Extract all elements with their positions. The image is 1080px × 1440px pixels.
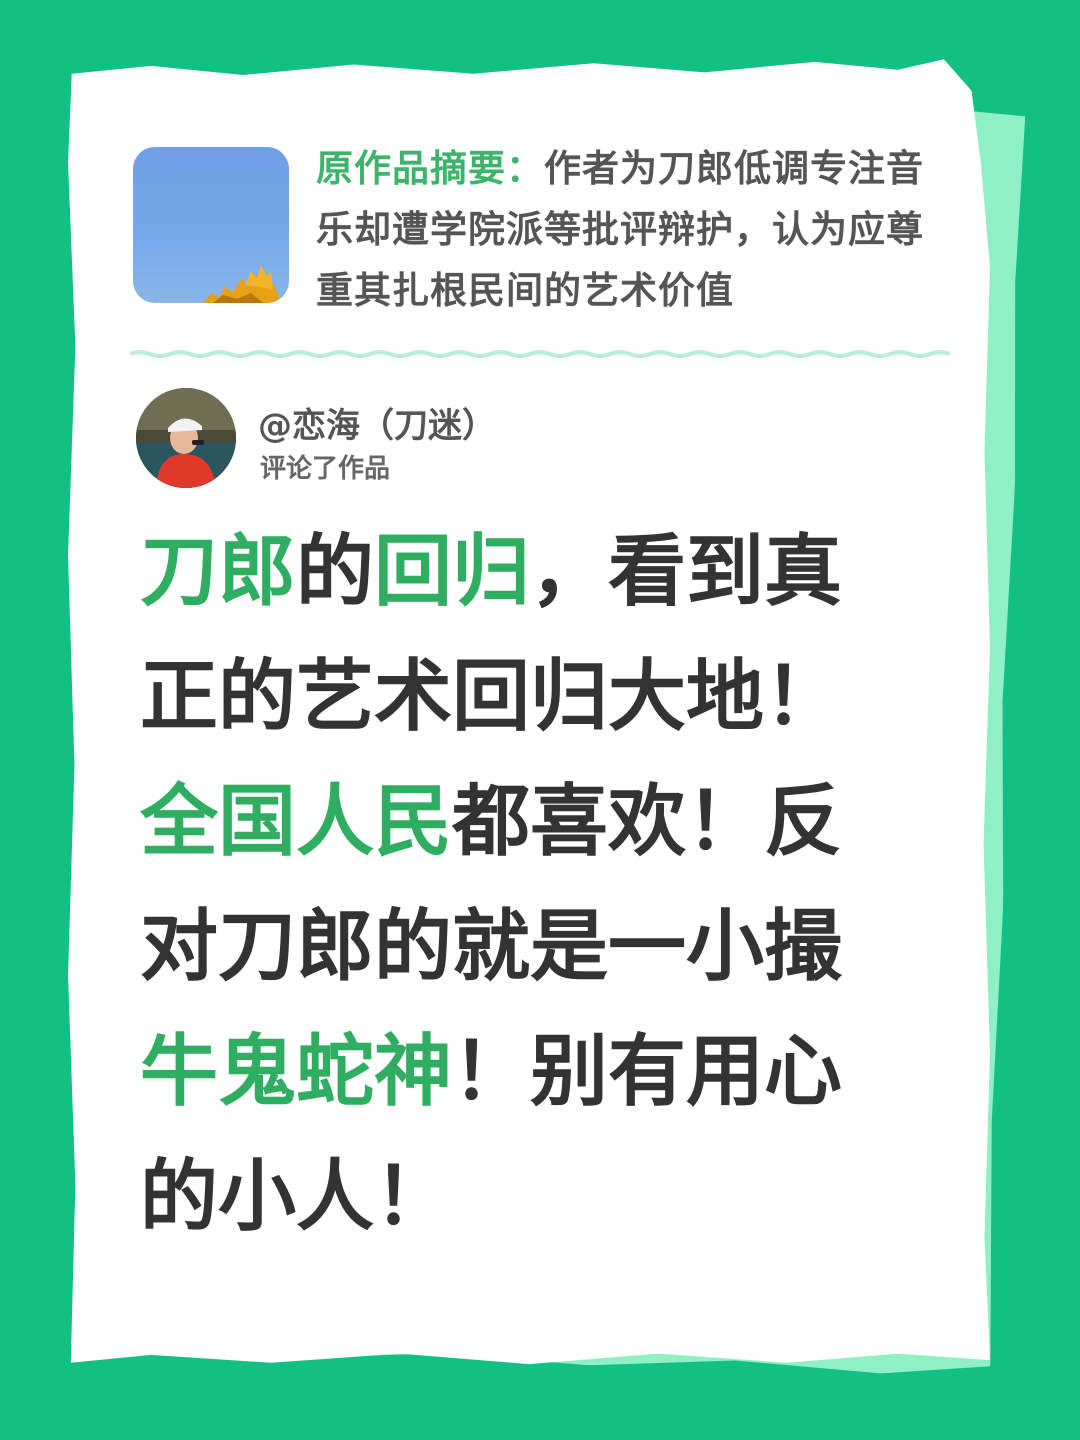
comment-phrase: ，看到真 — [530, 527, 843, 617]
comment-phrase: 正的艺术回归大地！ — [140, 652, 843, 742]
comment-phrase: 对刀郎的就是一小撮 — [140, 902, 843, 992]
divider — [130, 350, 950, 358]
highlighted-phrase: 回归 — [374, 527, 531, 617]
comment-text: 刀郎的回归，看到真 正的艺术回归大地！ 全国人民都喜欢！反 对刀郎的就是一小撮 牛鬼蛇神… — [140, 510, 900, 1260]
comment-phrase: 的 — [296, 527, 375, 617]
original-work-thumbnail[interactable] — [133, 147, 289, 303]
comment-line: 牛鬼蛇神！别有用心 — [140, 1010, 900, 1135]
highlighted-phrase: 牛鬼蛇神 — [140, 1027, 453, 1117]
comment-line: 对刀郎的就是一小撮 — [140, 885, 900, 1010]
username[interactable]: @恋海（刀迷） — [258, 398, 496, 447]
comment-phrase: ！别有用心 — [452, 1027, 843, 1117]
avatar[interactable] — [136, 388, 236, 488]
comment-action-label: 评论了作品 — [260, 454, 391, 484]
highlighted-phrase: 全国人民 — [140, 777, 453, 867]
thumbnail-image — [203, 265, 289, 303]
comment-line: 刀郎的回归，看到真 — [140, 510, 900, 635]
highlighted-phrase: 刀郎 — [140, 527, 297, 617]
comment-line: 的小人！ — [140, 1135, 900, 1260]
comment-line: 全国人民都喜欢！反 — [140, 760, 900, 885]
comment-line: 正的艺术回归大地！ — [140, 635, 900, 760]
original-work-summary: 原作品摘要：作者为刀郎低调专注音乐却遭学院派等批评辩护，认为应尊重其扎根民间的艺… — [316, 138, 956, 321]
summary-label: 原作品摘要： — [316, 147, 544, 190]
comment-phrase: 的小人！ — [140, 1152, 453, 1242]
comment-phrase: 都喜欢！反 — [452, 777, 843, 867]
avatar-image — [136, 388, 236, 488]
